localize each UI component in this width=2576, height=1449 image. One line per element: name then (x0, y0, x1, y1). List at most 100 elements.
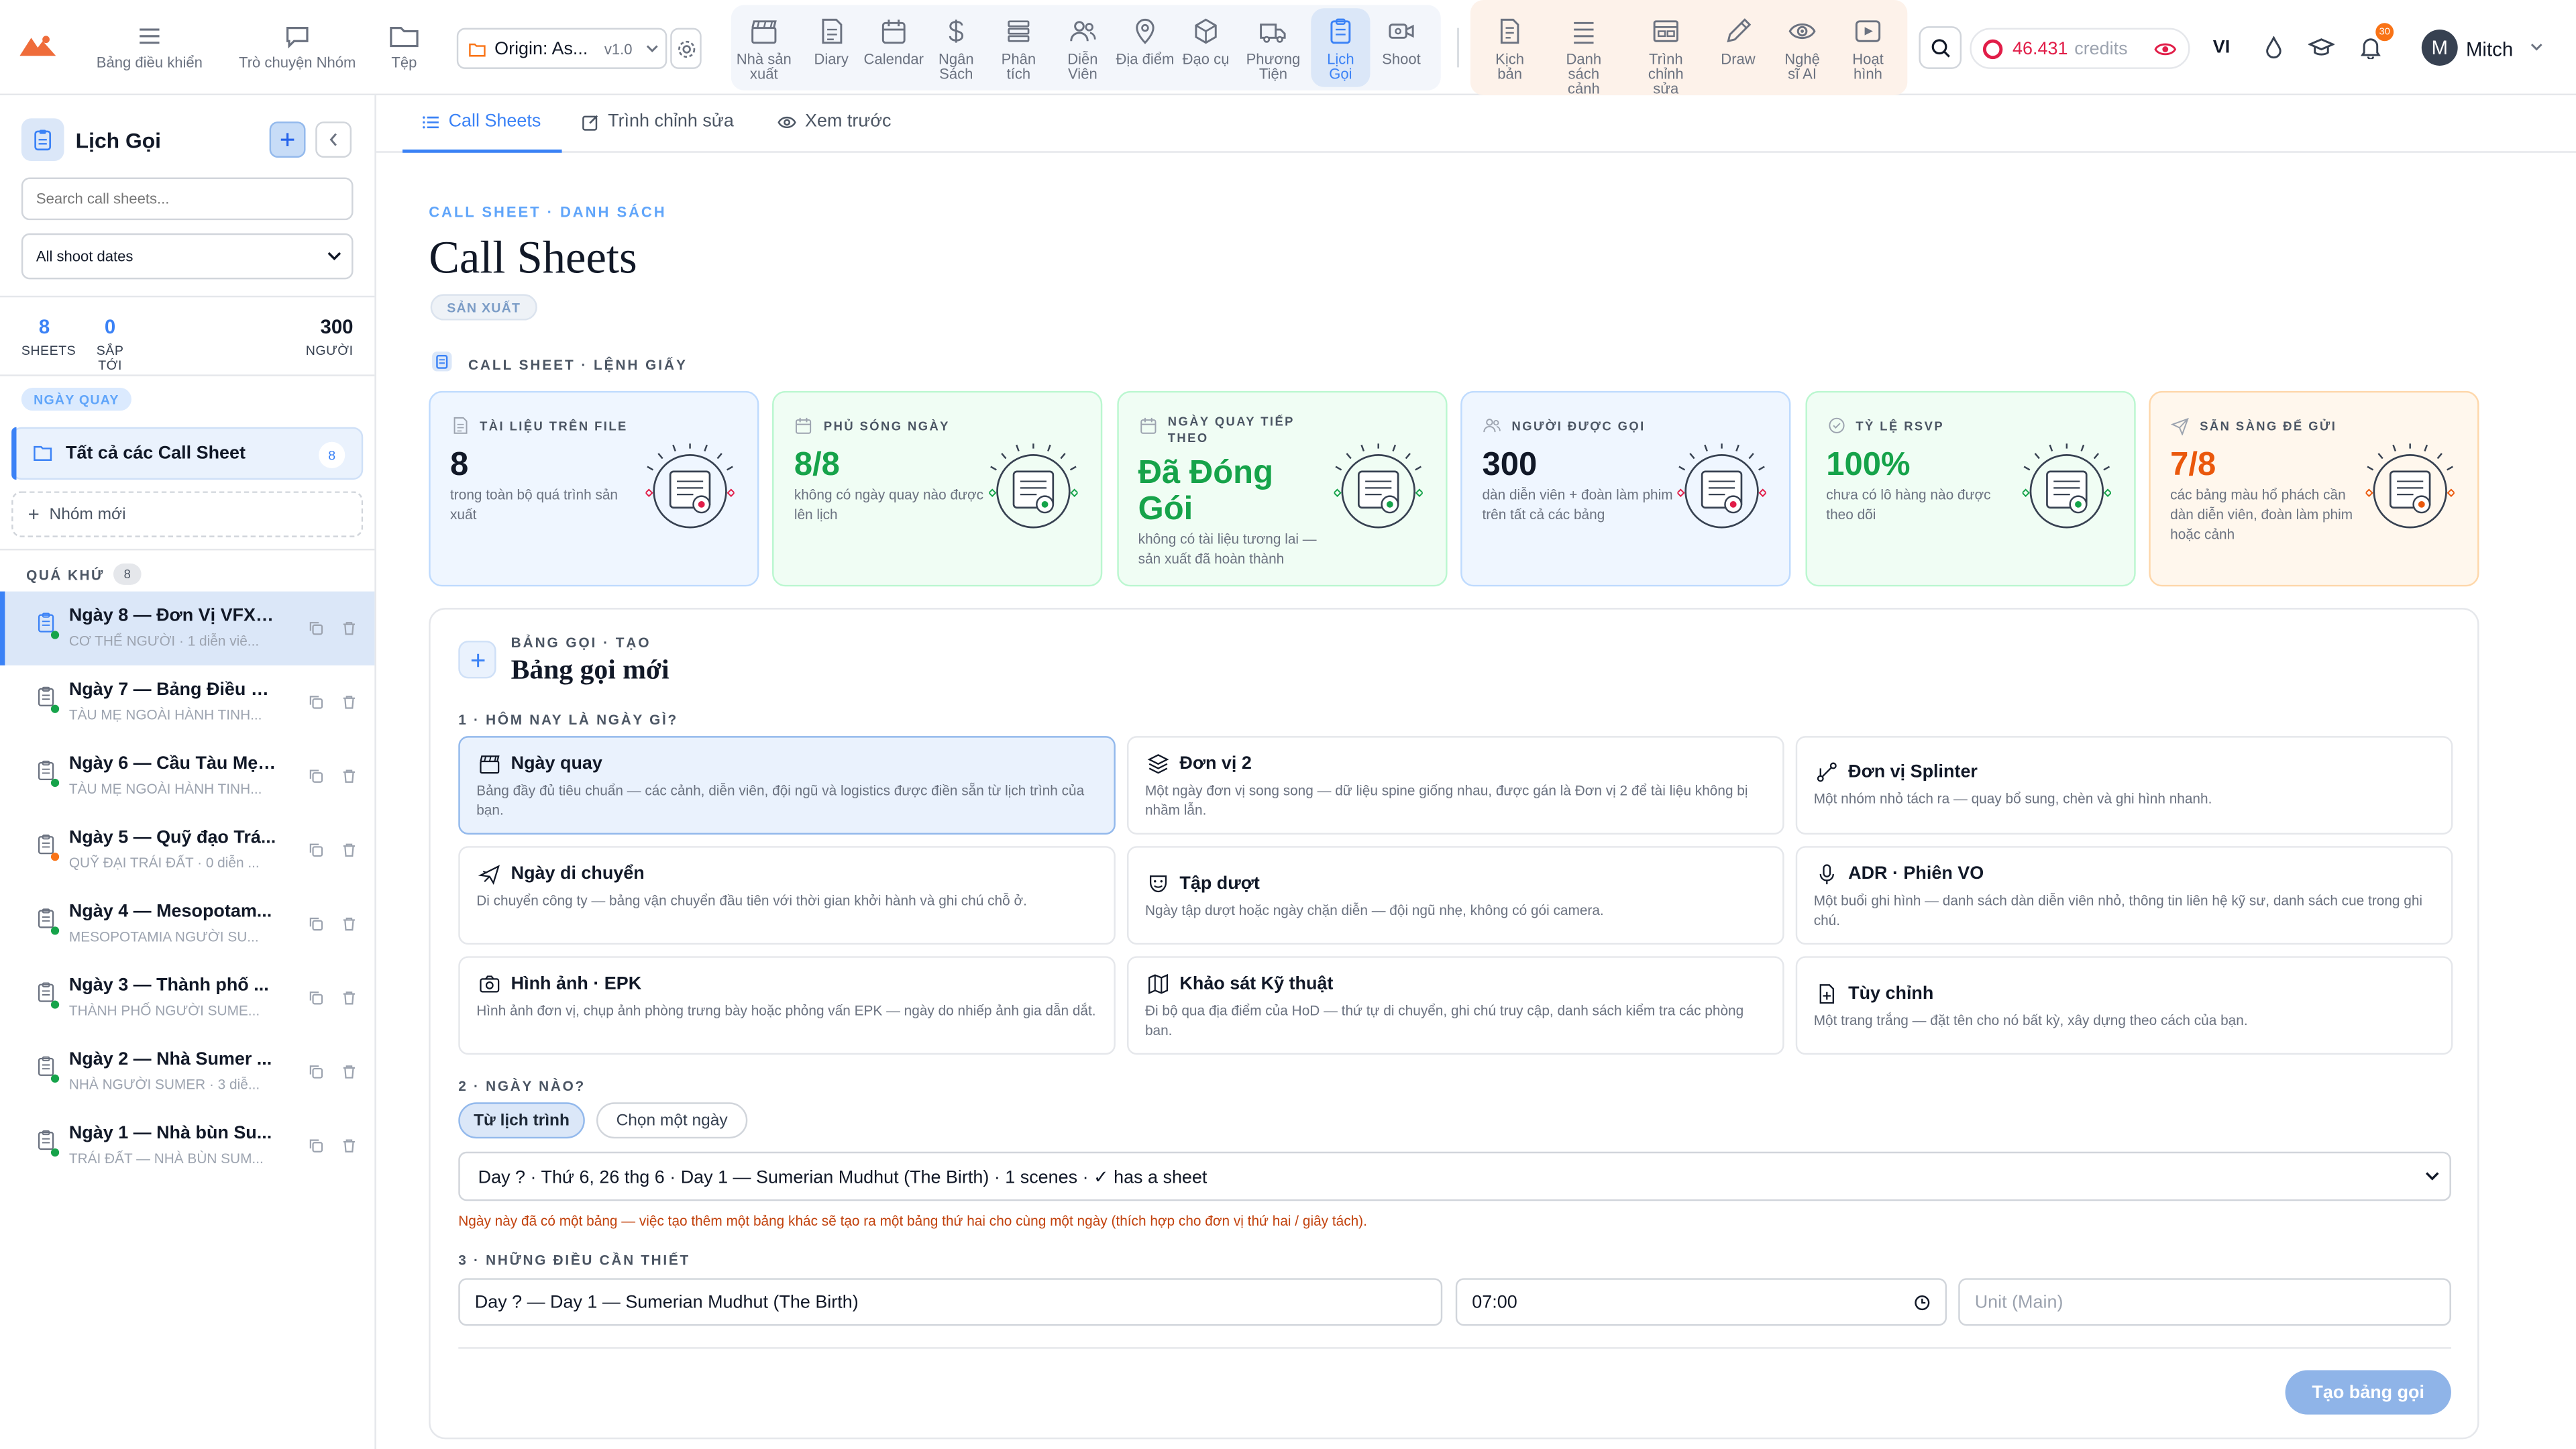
stat-value: 0 (104, 315, 116, 339)
call-sheet-item[interactable]: Ngày 6 — Cầu Tàu Mẹ ... TÀU MẸ NGOÀI HÀNH… (0, 739, 374, 813)
tool-document[interactable]: Diary (800, 16, 863, 67)
call-time-input[interactable]: 07:00 (1455, 1278, 1947, 1326)
new-group-button[interactable]: + Nhóm mới (11, 491, 364, 537)
stat-card[interactable]: TÀI LIỆU TRÊN FILE 8 trong toàn bộ quá trì… (429, 390, 759, 587)
duplicate-button[interactable] (309, 991, 323, 1006)
tool-cube[interactable]: Đạo cụ (1175, 16, 1237, 67)
credits-pill[interactable]: 46.431 credits (1970, 28, 2190, 69)
call-sheet-item[interactable]: Ngày 3 — Thành phố ... THÀNH PHỐ NGƯỜI SU… (0, 961, 374, 1035)
stat-card[interactable]: NGÀY QUAY TIẾP THEO Đã Đóng Gói không có t… (1116, 390, 1448, 587)
duplicate-button[interactable] (309, 1138, 323, 1153)
call-sheet-item[interactable]: Ngày 4 — Mesopotam... MESOPOTAMIA NGƯỜI S… (0, 887, 374, 961)
day-type-title: Tập dượt (1179, 873, 1260, 894)
page-eyebrow: CALL SHEET · DANH SÁCH (429, 203, 667, 221)
collapse-sidebar-button[interactable] (315, 121, 352, 158)
graduation-cap-icon[interactable] (2308, 36, 2335, 59)
schedule-day-select[interactable]: Day ? · Thứ 6, 26 thg 6 · Day 1 — Sumeri… (458, 1151, 2451, 1201)
document-icon (822, 18, 843, 44)
tool-dollar[interactable]: Ngân Sách (925, 16, 987, 82)
day-type-option[interactable]: Tập dượt Ngày tập dượt hoặc ngày chặn diễ… (1127, 846, 1784, 945)
tool-script[interactable]: Kịch bản (1485, 16, 1534, 82)
call-sheet-item[interactable]: Ngày 1 — Nhà bùn Su... TRÁI ĐẤT — NHÀ BÙN… (0, 1109, 374, 1183)
day-type-option[interactable]: Ngày quay Bảng đầy đủ tiêu chuẩn — các cả… (458, 736, 1116, 835)
status-dot (50, 853, 60, 861)
delete-button[interactable] (341, 917, 356, 932)
duplicate-button[interactable] (309, 621, 323, 636)
user-name[interactable]: Mitch (2466, 38, 2513, 60)
tool-play[interactable]: Hoạt hình (1841, 16, 1894, 82)
delete-button[interactable] (341, 1065, 356, 1079)
tool-list[interactable]: Danh sách cảnh (1552, 16, 1615, 97)
all-call-sheets-item[interactable]: Tất cả các Call Sheet 8 (11, 427, 364, 480)
toggle-from-schedule[interactable]: Từ lịch trình (458, 1102, 585, 1139)
tool-eye[interactable]: Nghệ sĩ AI (1778, 16, 1827, 82)
unit-input[interactable]: Unit (Main) (1958, 1278, 2451, 1326)
duplicate-button[interactable] (309, 843, 323, 857)
delete-button[interactable] (341, 621, 356, 636)
call-sheet-item[interactable]: Ngày 8 — Đơn Vị VFX: ... CƠ THỂ NGƯỜI · 1… (0, 591, 375, 665)
day-type-option[interactable]: Tùy chỉnh Một trang trắng — đặt tên cho n… (1795, 956, 2453, 1055)
tab-call-sheets[interactable]: Call Sheets (422, 112, 541, 131)
tool-pencil[interactable]: Draw (1713, 16, 1762, 67)
tool-label: Calendar (863, 50, 924, 68)
tab-editor[interactable]: Trình chỉnh sửa (582, 112, 734, 131)
day-type-option[interactable]: ADR · Phiên VO Một buổi ghi hình — danh s… (1795, 846, 2453, 945)
avatar[interactable]: M (2421, 30, 2458, 66)
tool-clapperboard[interactable]: Nhà sản xuất (735, 16, 794, 82)
tool-people[interactable]: Diễn Viên (1051, 16, 1114, 82)
delete-button[interactable] (341, 1138, 356, 1153)
pencil-icon (1727, 18, 1752, 43)
duplicate-button[interactable] (309, 769, 323, 784)
stat-card[interactable]: SẴN SÀNG ĐỂ GỬI 7/8 các bảng màu hổ phách … (2149, 390, 2479, 587)
logo-icon[interactable] (19, 33, 56, 59)
duplicate-button[interactable] (309, 1065, 323, 1079)
tool-label: Ngân Sách (938, 50, 974, 83)
day-type-option[interactable]: Đơn vị 2 Một ngày đơn vị song song — dữ l… (1127, 736, 1784, 835)
call-sheet-item[interactable]: Ngày 5 — Quỹ đạo Trá... QUỸ ĐẠI TRÁI ĐẤT … (0, 813, 374, 887)
tool-calendar[interactable]: Calendar (863, 16, 924, 68)
search-button[interactable] (1919, 26, 1962, 69)
tab-preview[interactable]: Xem trước (777, 112, 892, 131)
nav-dashboard[interactable]: Bảng điều khiển (85, 23, 213, 70)
project-selector[interactable]: Origin: As... v1.0 (456, 28, 667, 69)
day-type-title: ADR · Phiên VO (1848, 864, 1984, 884)
toggle-pick-day[interactable]: Chọn một ngày (596, 1102, 748, 1139)
call-sheet-item[interactable]: Ngày 2 — Nhà Sumer ... NHÀ NGƯỜI SUMER · … (0, 1035, 374, 1109)
status-dot (50, 704, 60, 713)
language-switcher[interactable]: VI (2213, 38, 2230, 57)
tool-video-camera[interactable]: Shoot (1372, 16, 1431, 67)
project-settings-button[interactable] (670, 28, 702, 69)
delete-button[interactable] (341, 769, 356, 784)
call-sheet-subtitle: TRÁI ĐẤT — NHÀ BÙN SUM... (68, 1150, 264, 1167)
day-type-option[interactable]: Đơn vị Splinter Một nhóm nhỏ tách ra — qu… (1795, 736, 2453, 835)
tool-truck[interactable]: Phương Tiện (1242, 16, 1304, 82)
duplicate-button[interactable] (309, 695, 323, 710)
shoot-date-filter[interactable]: All shoot dates (21, 233, 354, 280)
tool-clipboard[interactable]: Lịch Gọi (1314, 16, 1366, 82)
day-type-option[interactable]: Hình ảnh · EPK Hình ảnh đơn vị, chụp ảnh … (458, 956, 1116, 1055)
drop-icon[interactable] (2264, 36, 2284, 59)
stat-card[interactable]: TỶ LỆ RSVP 100% chưa có lô hàng nào được t… (1805, 390, 2135, 587)
stat-card[interactable]: NGƯỜI ĐƯỢC GỌI 300 dàn diễn viên + đoàn là… (1460, 390, 1791, 587)
sheet-name-input[interactable]: Day ? — Day 1 — Sumerian Mudhut (The Bir… (458, 1278, 1443, 1326)
day-type-option[interactable]: Ngày di chuyển Di chuyển công ty — bảng v… (458, 846, 1116, 945)
camera-icon (480, 975, 500, 993)
call-sheet-search-input[interactable] (21, 177, 354, 221)
chevron-down-icon[interactable] (2530, 43, 2543, 53)
delete-button[interactable] (341, 695, 356, 710)
day-type-option[interactable]: Khảo sát Kỹ thuật Đi bộ qua địa điểm của … (1127, 956, 1784, 1055)
delete-button[interactable] (341, 991, 356, 1006)
nav-team-chat[interactable]: Trò chuyện Nhóm (227, 23, 368, 70)
day-type-title: Khảo sát Kỹ thuật (1179, 974, 1334, 994)
create-call-sheet-button[interactable]: Tạo bảng gọi (2285, 1370, 2451, 1415)
tool-editor[interactable]: Trình chỉnh sửa (1635, 16, 1697, 97)
delete-button[interactable] (341, 843, 356, 857)
tool-map-pin[interactable]: Địa điểm (1114, 16, 1176, 67)
tool-stack[interactable]: Phân tích (987, 16, 1050, 82)
nav-files[interactable]: Tệp (381, 23, 427, 70)
call-sheet-item[interactable]: Ngày 7 — Bảng Điều K... TÀU MẸ NGOÀI HÀNH… (0, 665, 374, 739)
credits-ring-icon (1982, 38, 2003, 58)
add-call-sheet-button[interactable] (269, 121, 306, 158)
duplicate-button[interactable] (309, 917, 323, 932)
stat-card[interactable]: PHỦ SÓNG NGÀY 8/8 không có ngày quay nào đ… (772, 390, 1104, 587)
